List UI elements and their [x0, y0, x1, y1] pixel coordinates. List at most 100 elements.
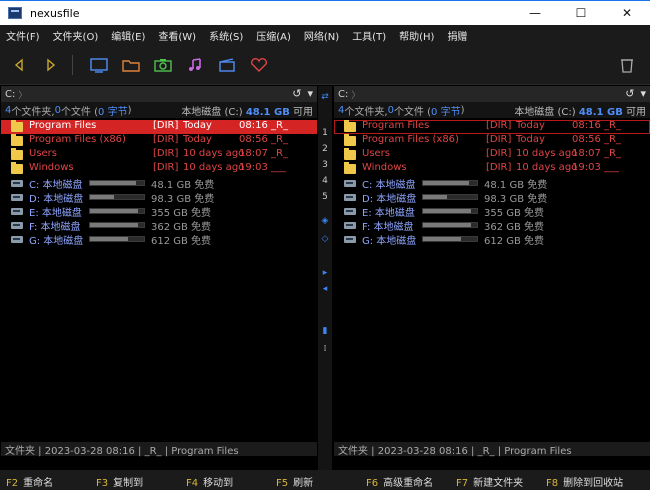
copy-right-icon[interactable]: ▸: [318, 268, 332, 278]
dropdown-icon[interactable]: ▾: [307, 87, 313, 100]
refresh-icon[interactable]: ↺: [292, 87, 301, 100]
drive-name: F: 本地磁盘: [29, 222, 81, 233]
right-panel[interactable]: C: 〉 ↺ ▾ 4 个文件夹, 0 个文件 ( 0 字节 ) 本地磁盘 (C:…: [334, 86, 650, 457]
usage-bar: [89, 236, 145, 242]
menu-folder[interactable]: 文件夹(O): [53, 28, 99, 43]
refresh-icon[interactable]: ↺: [625, 87, 634, 100]
drive-item[interactable]: F: 本地磁盘 362 GB 免费: [1, 218, 317, 233]
f8-delete-button[interactable]: F8 删除到回收站: [546, 474, 623, 489]
item-attr: _R_: [604, 148, 621, 159]
drive-item[interactable]: D: 本地磁盘 98.3 GB 免费: [334, 190, 650, 205]
menu-system[interactable]: 系统(S): [209, 28, 243, 43]
path-drive[interactable]: C:: [338, 89, 348, 100]
list-item[interactable]: Windows [DIR] 10 days ago 19:03 ___: [334, 162, 650, 176]
f3-copy-button[interactable]: F3 复制到: [96, 474, 143, 489]
drive-item[interactable]: C: 本地磁盘 48.1 GB 免费: [334, 176, 650, 191]
folder-count-label: 个文件夹,: [11, 106, 55, 118]
menu-tools[interactable]: 工具(T): [352, 28, 386, 43]
item-date: 10 days ago: [183, 148, 245, 159]
list-item[interactable]: Users [DIR] 10 days ago 18:07 _R_: [334, 148, 650, 162]
app-icon: [8, 7, 22, 19]
folder-icon: [344, 148, 356, 160]
list-item[interactable]: Program Files (x86) [DIR] Today 08:56 _R…: [334, 134, 650, 148]
item-time: 08:56: [239, 134, 268, 145]
bars-icon[interactable]: ▮: [318, 326, 332, 336]
file-count-label: 个文件 (: [393, 106, 432, 118]
drive-free: 48.1 GB 免费: [151, 180, 215, 191]
menu-help[interactable]: 帮助(H): [399, 28, 434, 43]
path-bar[interactable]: C: 〉 ↺ ▾: [334, 86, 650, 102]
path-drive[interactable]: C:: [5, 89, 15, 100]
drive-item[interactable]: E: 本地磁盘 355 GB 免费: [1, 204, 317, 219]
minimize-button[interactable]: —: [512, 1, 558, 25]
item-type: [DIR]: [153, 120, 179, 131]
menu-network[interactable]: 网络(N): [304, 28, 339, 43]
swap-panels-icon[interactable]: ⇄: [318, 92, 332, 102]
recycle-icon[interactable]: [616, 54, 638, 76]
f5-refresh-button[interactable]: F5 刷新: [276, 474, 313, 489]
list-item[interactable]: Windows [DIR] 10 days ago 19:03 ___: [1, 162, 317, 176]
f2-rename-button[interactable]: F2 重命名: [6, 474, 53, 489]
list-item[interactable]: Program Files [DIR] Today 08:16 _R_: [1, 120, 317, 134]
menu-file[interactable]: 文件(F): [6, 28, 40, 43]
file-list[interactable]: Program Files [DIR] Today 08:16 _R_ Prog…: [1, 118, 317, 247]
menu-donate[interactable]: 捐赠: [447, 28, 467, 43]
list-item[interactable]: Program Files (x86) [DIR] Today 08:56 _R…: [1, 134, 317, 148]
dropdown-icon[interactable]: ▾: [640, 87, 646, 100]
f4-move-button[interactable]: F4 移动到: [186, 474, 233, 489]
sync-icon[interactable]: ◇: [318, 234, 332, 244]
usage-bar: [422, 194, 478, 200]
music-icon[interactable]: [184, 54, 206, 76]
drive-item[interactable]: G: 本地磁盘 612 GB 免费: [1, 232, 317, 247]
tab-4[interactable]: 4: [318, 176, 332, 186]
summary-bar: 4 个文件夹, 0 个文件 ( 0 字节 ) 本地磁盘 (C:) 48.1 GB…: [1, 102, 317, 118]
item-name: Users: [29, 148, 58, 159]
drive-name: E: 本地磁盘: [362, 208, 415, 219]
f7-new-folder-button[interactable]: F7 新建文件夹: [456, 474, 523, 489]
item-attr: ___: [271, 162, 286, 173]
item-time: 19:03: [239, 162, 268, 173]
grip-icon[interactable]: ⁞: [318, 344, 332, 354]
drive-item[interactable]: C: 本地磁盘 48.1 GB 免费: [1, 176, 317, 191]
menu-archive[interactable]: 压缩(A): [256, 28, 291, 43]
file-list[interactable]: Program Files [DIR] Today 08:16 _R_ Prog…: [334, 118, 650, 247]
menu-edit[interactable]: 编辑(E): [111, 28, 145, 43]
camera-icon[interactable]: [152, 54, 174, 76]
menu-view[interactable]: 查看(W): [158, 28, 196, 43]
tab-5[interactable]: 5: [318, 192, 332, 202]
drive-free: 355 GB 免费: [484, 208, 545, 219]
drive-item[interactable]: F: 本地磁盘 362 GB 免费: [334, 218, 650, 233]
path-chevron-icon: 〉: [351, 90, 361, 101]
item-name: Windows: [29, 162, 74, 173]
drive-icon: [11, 236, 23, 243]
tab-1[interactable]: 1: [318, 128, 332, 138]
drive-item[interactable]: G: 本地磁盘 612 GB 免费: [334, 232, 650, 247]
f6-advanced-rename-button[interactable]: F6 高级重命名: [366, 474, 433, 489]
film-icon[interactable]: [216, 54, 238, 76]
item-type: [DIR]: [486, 162, 512, 173]
total-bytes: 0 字节: [98, 106, 128, 118]
back-icon[interactable]: [8, 54, 30, 76]
item-attr: ___: [604, 162, 619, 173]
usage-bar: [89, 208, 145, 214]
maximize-button[interactable]: ☐: [558, 1, 604, 25]
forward-icon[interactable]: [40, 54, 62, 76]
favorite-icon[interactable]: [248, 54, 270, 76]
item-type: [DIR]: [486, 120, 512, 131]
compare-icon[interactable]: ◈: [318, 216, 332, 226]
left-panel[interactable]: C: 〉 ↺ ▾ 4 个文件夹, 0 个文件 ( 0 字节 ) 本地磁盘 (C:…: [1, 86, 317, 457]
folder-icon[interactable]: [120, 54, 142, 76]
item-time: 08:16: [572, 120, 601, 131]
copy-left-icon[interactable]: ◂: [318, 284, 332, 294]
drive-item[interactable]: E: 本地磁盘 355 GB 免费: [334, 204, 650, 219]
drive-item[interactable]: D: 本地磁盘 98.3 GB 免费: [1, 190, 317, 205]
path-bar[interactable]: C: 〉 ↺ ▾: [1, 86, 317, 102]
drive-free: 355 GB 免费: [151, 208, 212, 219]
monitor-icon[interactable]: [88, 54, 110, 76]
list-item[interactable]: Users [DIR] 10 days ago 18:07 _R_: [1, 148, 317, 162]
drive-name: F: 本地磁盘: [362, 222, 414, 233]
list-item[interactable]: Program Files [DIR] Today 08:16 _R_: [334, 120, 650, 134]
tab-2[interactable]: 2: [318, 144, 332, 154]
close-button[interactable]: ✕: [604, 1, 650, 25]
tab-3[interactable]: 3: [318, 160, 332, 170]
